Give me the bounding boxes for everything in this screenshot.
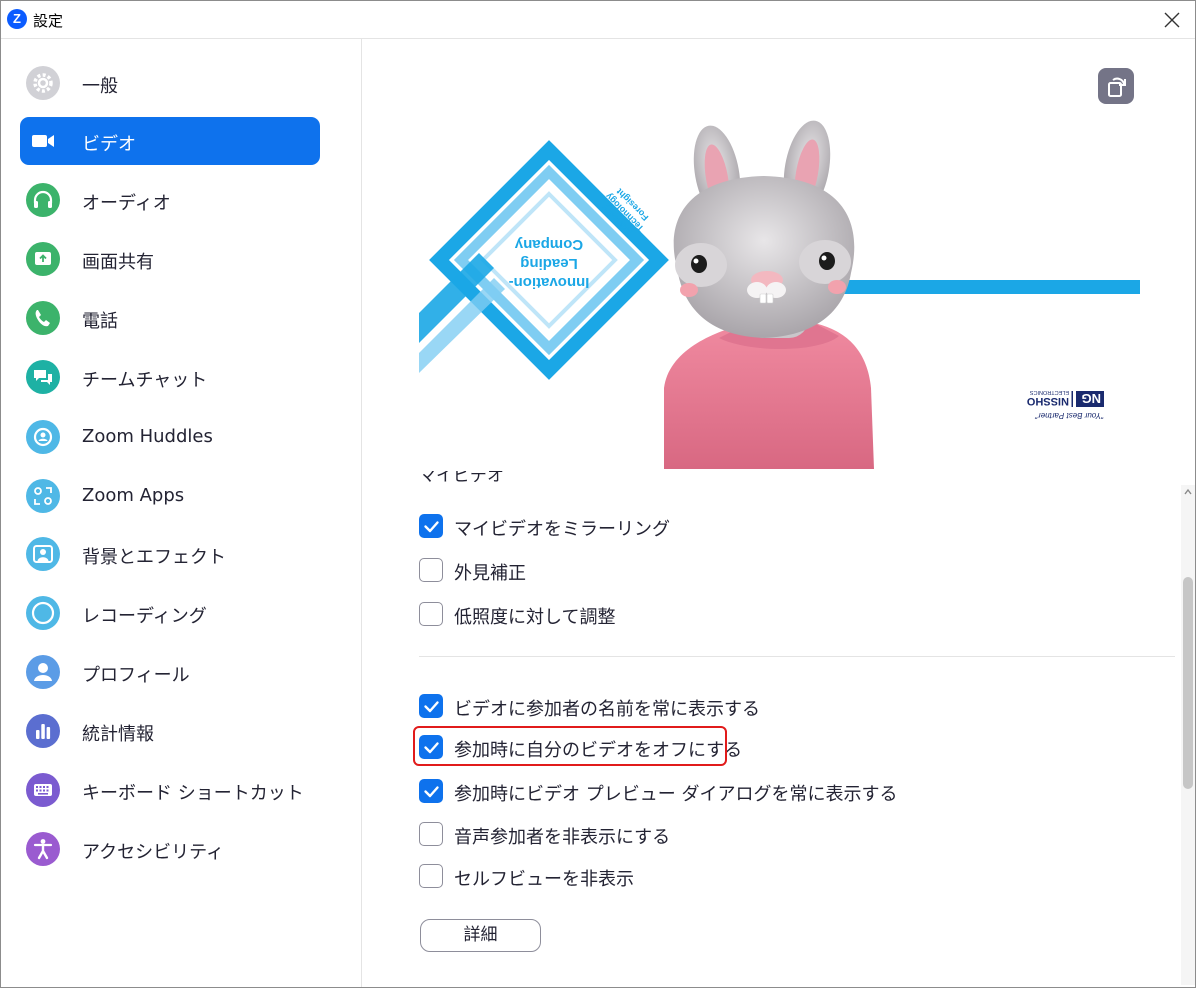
phone-icon [26, 301, 60, 335]
sidebar-item-audio[interactable]: オーディオ [20, 176, 320, 224]
sidebar-item-accessibility[interactable]: アクセシビリティ [20, 825, 320, 873]
always-show-names-checkbox[interactable] [419, 694, 443, 718]
svg-text:Company: Company [514, 236, 583, 253]
settings-window: Z 設定 一般 ビデオ オーディオ 画面共有 電話 チームチャット Zoom H… [0, 0, 1196, 988]
sidebar-item-recording[interactable]: レコーディング [20, 589, 320, 637]
sidebar-item-screen-share[interactable]: 画面共有 [20, 235, 320, 283]
settings-sidebar: 一般 ビデオ オーディオ 画面共有 電話 チームチャット Zoom Huddle… [1, 39, 362, 987]
option-label: ビデオに参加者の名前を常に表示する [454, 699, 760, 720]
apps-icon [26, 479, 60, 513]
sidebar-item-zoom-huddles[interactable]: Zoom Huddles [20, 413, 320, 461]
svg-text:NG: NG [1082, 391, 1102, 406]
sidebar-item-general[interactable]: 一般 [20, 59, 320, 107]
keyboard-icon [26, 773, 60, 807]
sidebar-item-label: キーボード ショートカット [82, 783, 304, 804]
sidebar-item-label: Zoom Apps [82, 485, 185, 506]
sidebar-item-label: 電話 [82, 311, 118, 332]
sidebar-item-profile[interactable]: プロフィール [20, 648, 320, 696]
bar-chart-icon [26, 714, 60, 748]
svg-text:NISSHO: NISSHO [1026, 395, 1069, 407]
sidebar-item-keyboard-shortcuts[interactable]: キーボード ショートカット [20, 766, 320, 814]
profile-icon [26, 655, 60, 689]
camera-preview: Innovation- Leading Company Advisory Tec… [419, 68, 1140, 469]
svg-text:Innovation-: Innovation- [509, 274, 590, 291]
sidebar-item-label: プロフィール [82, 665, 190, 686]
svg-text:ELECTRONICS: ELECTRONICS [1030, 389, 1069, 395]
sidebar-item-background-effects[interactable]: 背景とエフェクト [20, 530, 320, 578]
sidebar-item-video[interactable]: ビデオ [20, 117, 320, 165]
low-light-adjust-checkbox[interactable] [419, 602, 443, 626]
option-label: 参加時にビデオ プレビュー ダイアログを常に表示する [454, 784, 898, 805]
svg-text:"Your Best Partner": "Your Best Partner" [1034, 411, 1104, 420]
section-label-my-video: マイビデオ [419, 471, 504, 486]
sidebar-item-label: 統計情報 [82, 724, 154, 745]
sidebar-item-label: 一般 [82, 76, 118, 97]
record-icon [26, 596, 60, 630]
window-title: 設定 [33, 12, 64, 30]
screen-share-icon [26, 242, 60, 276]
advanced-button[interactable]: 詳細 [420, 919, 541, 952]
sidebar-item-label: ビデオ [82, 134, 136, 155]
sidebar-item-team-chat[interactable]: チームチャット [20, 353, 320, 401]
bunny-avatar [664, 120, 874, 469]
sidebar-item-label: 背景とエフェクト [82, 547, 226, 568]
mirror-video-checkbox[interactable] [419, 514, 443, 538]
person-background-icon [26, 537, 60, 571]
chat-bubbles-icon [26, 360, 60, 394]
option-label: 音声参加者を非表示にする [454, 827, 671, 848]
gear-icon [26, 66, 60, 100]
hide-self-view-checkbox[interactable] [419, 864, 443, 888]
banner-graphic: Innovation- Leading Company Advisory Tec… [419, 140, 669, 380]
sidebar-item-label: 画面共有 [82, 252, 154, 273]
sidebar-item-label: レコーディング [82, 606, 207, 627]
company-logo: "Your Best Partner" NG NISSHO ELECTRONIC… [1026, 389, 1104, 420]
video-camera-icon [26, 124, 60, 158]
svg-text:Leading: Leading [520, 255, 578, 272]
sidebar-item-statistics[interactable]: 統計情報 [20, 707, 320, 755]
hide-non-video-participants-checkbox[interactable] [419, 822, 443, 846]
sidebar-item-label: オーディオ [82, 193, 171, 214]
show-video-preview-checkbox[interactable] [419, 779, 443, 803]
section-divider [419, 656, 1175, 657]
close-button[interactable] [1159, 7, 1185, 33]
sidebar-item-phone[interactable]: 電話 [20, 294, 320, 342]
sidebar-item-label: Zoom Huddles [82, 426, 213, 447]
sidebar-item-label: アクセシビリティ [82, 842, 225, 863]
title-bar: Z 設定 [1, 1, 1195, 39]
touch-up-appearance-checkbox[interactable] [419, 558, 443, 582]
scroll-up-arrow-icon[interactable] [1183, 487, 1193, 497]
video-settings-panel: Innovation- Leading Company Advisory Tec… [363, 39, 1195, 987]
rotate-camera-button[interactable] [1098, 68, 1134, 104]
sidebar-item-zoom-apps[interactable]: Zoom Apps [20, 472, 320, 520]
huddles-icon [26, 420, 60, 454]
highlight-box [413, 726, 727, 766]
option-label: 外見補正 [454, 563, 526, 584]
accessibility-icon [26, 832, 60, 866]
rotate-icon [1108, 77, 1126, 97]
scrollbar-thumb[interactable] [1183, 577, 1193, 789]
option-label: 低照度に対して調整 [454, 607, 616, 628]
zoom-logo-icon: Z [7, 9, 27, 29]
headphones-icon [26, 183, 60, 217]
close-icon [1164, 12, 1180, 28]
option-label: セルフビューを非表示 [454, 869, 634, 890]
sidebar-item-label: チームチャット [82, 370, 208, 391]
option-label: マイビデオをミラーリング [454, 519, 670, 540]
